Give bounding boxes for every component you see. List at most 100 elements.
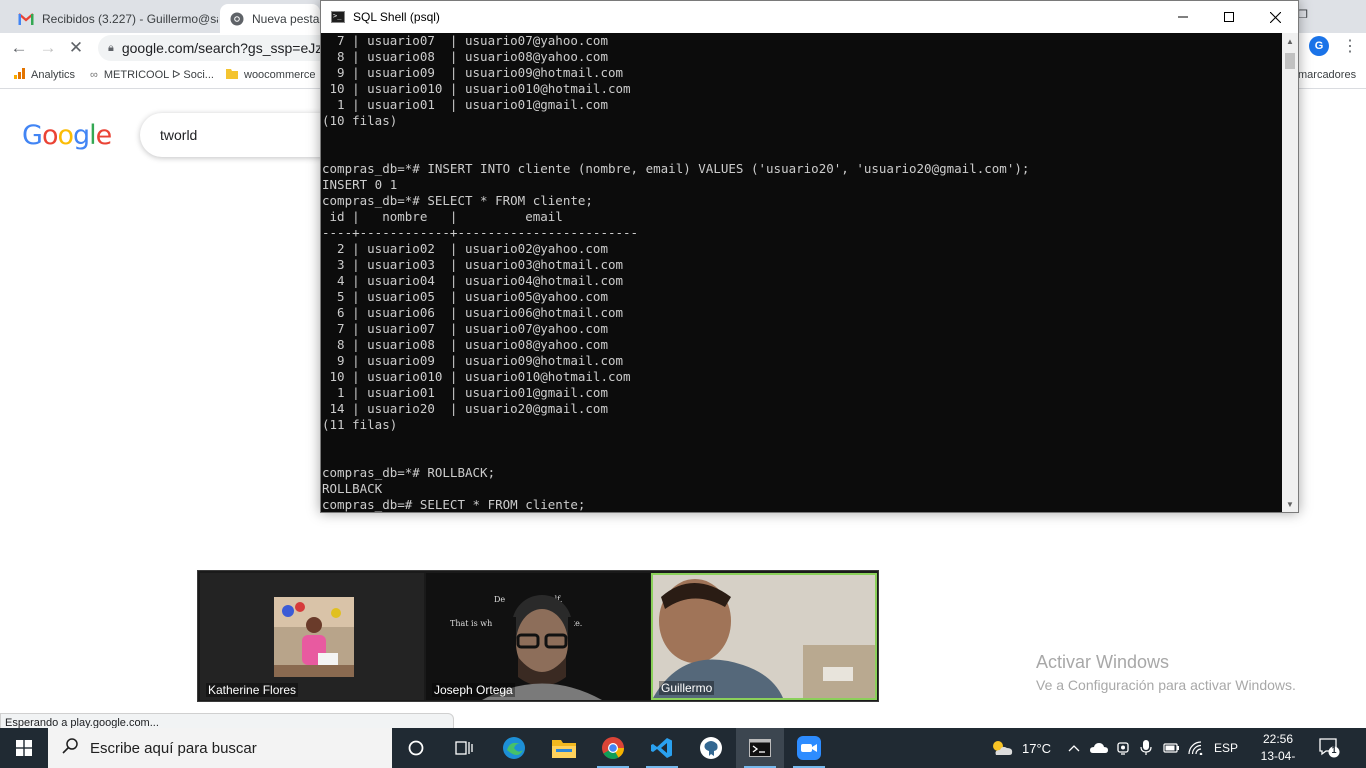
scroll-down-icon[interactable]: ▼ — [1282, 496, 1298, 512]
console-line: compras_db=*# INSERT INTO cliente (nombr… — [322, 161, 1030, 176]
clock-time: 22:56 — [1262, 732, 1294, 746]
sql-shell-titlebar[interactable]: >_ SQL Shell (psql) — [321, 1, 1298, 33]
other-bookmarks[interactable]: marcadores — [1298, 69, 1356, 81]
bookmark-label: Analytics — [31, 69, 76, 81]
participant-name: Joseph Ortega — [432, 683, 515, 697]
weather-widget[interactable]: 17°C — [990, 728, 1051, 768]
back-icon[interactable]: ← — [8, 37, 30, 59]
webcam-icon — [1117, 742, 1129, 755]
action-center-button[interactable]: 1 — [1318, 736, 1342, 760]
console-line: 6 | usuario06 | usuario06@hotmail.com — [322, 305, 624, 320]
console-line: compras_db=*# ROLLBACK; — [322, 465, 496, 480]
taskbar-clock[interactable]: 22:56 13-04-2022 — [1252, 731, 1304, 768]
analytics-icon — [14, 68, 25, 82]
video-tile-guillermo[interactable]: Guillermo — [651, 573, 877, 700]
wifi-tray[interactable] — [1188, 728, 1204, 768]
taskbar-search-input[interactable]: Escribe aquí para buscar — [48, 728, 392, 768]
tab-title: Nueva pestaña — [252, 11, 320, 26]
bookmark-woocommerce[interactable]: woocommerce — [226, 68, 316, 82]
google-search-input[interactable]: tworld — [140, 113, 340, 157]
activation-watermark-title: Activar Windows — [1036, 652, 1170, 672]
chevron-up-icon — [1068, 745, 1080, 752]
console-line: 5 | usuario05 | usuario05@yahoo.com — [322, 289, 608, 304]
video-tile-katherine[interactable]: Katherine Flores — [200, 573, 424, 700]
stop-loading-icon[interactable]: ✕ — [65, 37, 87, 59]
postgres-elephant-icon — [700, 737, 722, 759]
weather-partly-cloudy-icon — [993, 741, 1013, 755]
microphone-tray[interactable] — [1140, 728, 1152, 768]
console-line: 9 | usuario09 | usuario09@hotmail.com — [322, 353, 624, 368]
logo-letter: e — [95, 120, 113, 151]
tab-new-tab[interactable]: Nueva pestaña — [220, 4, 320, 33]
chrome-icon — [230, 11, 244, 27]
console-line: 10 | usuario010 | usuario010@hotmail.com — [322, 369, 631, 384]
chrome-icon — [602, 737, 624, 759]
window-title: SQL Shell (psql) — [353, 10, 440, 24]
onedrive-tray[interactable] — [1090, 728, 1108, 768]
console-line: compras_db=# SELECT * FROM cliente; — [322, 497, 586, 512]
gmail-icon — [18, 11, 34, 27]
console-line: (10 filas) — [322, 113, 398, 128]
console-line: 10 | usuario010 | usuario010@hotmail.com — [322, 81, 631, 96]
taskbar-vscode[interactable] — [638, 728, 686, 768]
bookmark-metricool[interactable]: ∞ METRICOOL ᐅ Soci... — [90, 68, 214, 82]
bookmark-analytics[interactable]: Analytics — [14, 68, 75, 82]
google-logo[interactable]: Google — [22, 120, 113, 151]
tab-gmail[interactable]: Recibidos (3.227) - Guillermo@sa ✕ — [8, 4, 218, 33]
scrollbar-thumb[interactable] — [1285, 53, 1295, 69]
task-view-button[interactable] — [440, 728, 488, 768]
console-line: 7 | usuario07 | usuario07@yahoo.com — [322, 33, 608, 48]
taskbar-pgadmin[interactable] — [687, 728, 735, 768]
console-line: 2 | usuario02 | usuario02@yahoo.com — [322, 241, 608, 256]
terminal-icon — [749, 739, 771, 757]
sql-shell-window[interactable]: >_ SQL Shell (psql) 7 | usuario07 | usua… — [320, 0, 1299, 513]
zoom-icon — [797, 736, 821, 760]
video-tile-joseph[interactable]: De self. That is wh Steins Gate. Joseph … — [426, 573, 650, 700]
console-line: compras_db=*# SELECT * FROM cliente; — [322, 193, 593, 208]
clock-date: 13-04-2022 — [1260, 749, 1296, 768]
meet-now-tray[interactable] — [1116, 728, 1132, 768]
close-icon[interactable] — [1252, 1, 1298, 33]
restore-icon[interactable]: ❐ — [1298, 8, 1308, 21]
language-code: ESP — [1214, 741, 1239, 755]
language-indicator[interactable]: ESP — [1214, 728, 1238, 768]
minimize-icon[interactable] — [1160, 1, 1206, 33]
search-query: tworld — [160, 127, 198, 143]
start-button[interactable] — [0, 728, 48, 768]
weather-temp: 17°C — [1022, 740, 1052, 756]
participant-photo — [274, 597, 354, 677]
console-scrollbar[interactable]: ▲ ▼ — [1282, 33, 1298, 512]
scroll-up-icon[interactable]: ▲ — [1282, 33, 1298, 49]
battery-tray[interactable] — [1162, 728, 1180, 768]
wifi-icon — [1188, 741, 1203, 755]
profile-avatar[interactable]: G — [1309, 36, 1329, 56]
microphone-icon — [1140, 740, 1152, 755]
search-placeholder: Escribe aquí para buscar — [90, 739, 257, 757]
maximize-icon[interactable] — [1206, 1, 1252, 33]
taskbar-chrome[interactable] — [589, 728, 637, 768]
console-output[interactable]: 7 | usuario07 | usuario07@yahoo.com 8 | … — [321, 33, 1282, 512]
forward-icon[interactable]: → — [37, 37, 59, 59]
taskbar-sql-shell[interactable] — [736, 728, 784, 768]
windows-icon — [16, 740, 32, 756]
logo-letter: G — [22, 120, 43, 151]
browser-menu-icon[interactable]: ⋮ — [1342, 36, 1358, 56]
onedrive-cloud-icon — [1090, 743, 1108, 753]
vscode-icon — [651, 738, 672, 758]
taskbar-file-explorer[interactable] — [540, 728, 588, 768]
console-line: (11 filas) — [322, 417, 398, 432]
bookmark-label: METRICOOL ᐅ Soci... — [103, 69, 214, 81]
battery-plug-icon — [1163, 743, 1179, 753]
show-hidden-icons[interactable] — [1068, 728, 1080, 768]
taskbar-edge[interactable] — [490, 728, 538, 768]
notification-count: 1 — [1331, 745, 1337, 755]
console-line: 14 | usuario20 | usuario20@gmail.com — [322, 401, 608, 416]
console-line: 1 | usuario01 | usuario01@gmail.com — [322, 385, 608, 400]
zoom-video-strip[interactable]: Katherine Flores De self. That is wh Ste… — [197, 570, 879, 702]
console-line: 8 | usuario08 | usuario08@yahoo.com — [322, 49, 608, 64]
taskbar-zoom[interactable] — [785, 728, 833, 768]
participant-video — [653, 575, 875, 698]
cortana-button[interactable] — [392, 728, 440, 768]
